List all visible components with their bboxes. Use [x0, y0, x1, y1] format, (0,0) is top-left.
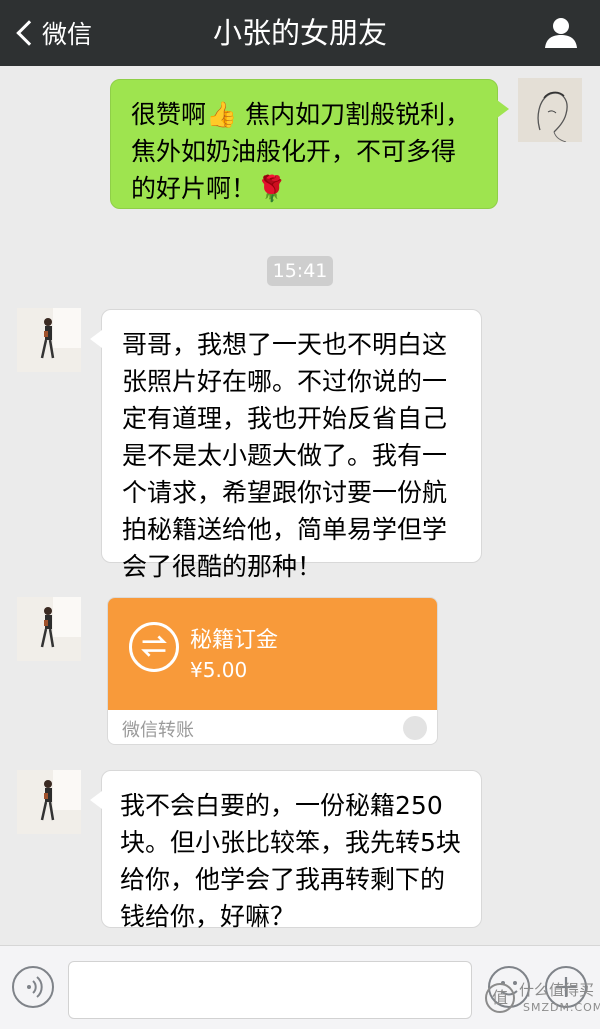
transfer-card-footer: 微信转账	[108, 710, 437, 744]
avatar-girlfriend[interactable]	[17, 770, 81, 834]
avatar-self[interactable]	[518, 78, 582, 142]
watermark-text: 什么值得买	[519, 981, 595, 999]
watermark: 值 什么值得买 SMZDM.COM	[485, 975, 600, 1029]
message-bubble-self[interactable]: 很赞啊👍 焦内如刀割般锐利， 焦外如奶油般化开，不可多得 的好片啊！🌹	[110, 79, 509, 209]
message-text-line: 个请求，希望跟你讨要一份航	[122, 478, 448, 507]
voice-button[interactable]	[12, 966, 54, 1008]
message-text-line: 我不会白要的，一份秘籍250	[120, 791, 443, 820]
photo-thumbnail	[17, 597, 81, 661]
message-text-line: 张照片好在哪。不过你说的一	[122, 367, 448, 396]
chat-title: 小张的女朋友	[212, 16, 387, 50]
message-text-line: 很赞啊👍 焦内如刀割般锐利，	[131, 100, 471, 129]
person-icon[interactable]	[544, 17, 578, 49]
message-text-line: 拍秘籍送给他，简单易学但学	[122, 515, 448, 544]
avatar-girlfriend[interactable]	[17, 597, 81, 661]
message-text-line: 的好片啊！🌹	[131, 174, 288, 203]
message-text-line: 哥哥，我想了一天也不明白这	[122, 330, 448, 359]
nav-bar: 微信 小张的女朋友	[0, 0, 600, 66]
transfer-card[interactable]: 秘籍订金 ¥5.00 微信转账	[107, 597, 438, 745]
message-text-line: 钱给你，好嘛？	[120, 902, 296, 931]
transfer-amount: ¥5.00	[190, 658, 248, 682]
message-text-line: 是不是太小题大做了。我有一	[122, 441, 448, 470]
timestamp: 15:41	[267, 256, 333, 286]
message-text-line: 定有道理，我也开始反省自己	[122, 404, 448, 433]
avatar-girlfriend[interactable]	[17, 308, 81, 372]
voice-icon	[27, 976, 43, 998]
message-bubble-girlfriend[interactable]: 哥哥，我想了一天也不明白这 张照片好在哪。不过你说的一 定有道理，我也开始反省自…	[90, 309, 482, 581]
photo-thumbnail	[17, 770, 81, 834]
transfer-title: 秘籍订金	[190, 628, 279, 653]
message-text-line: 会了很酷的那种！	[122, 552, 323, 581]
transfer-card-body: 秘籍订金 ¥5.00	[108, 598, 437, 710]
message-text-line: 焦外如奶油般化开，不可多得	[131, 137, 457, 166]
message-text-line: 块。但小张比较笨，我先转5块	[120, 828, 461, 857]
transfer-arrows-icon	[129, 622, 179, 672]
message-input[interactable]	[68, 961, 472, 1019]
message-bubble-girlfriend[interactable]: 我不会白要的，一份秘籍250 块。但小张比较笨，我先转5块 给你，他学会了我再转…	[90, 770, 482, 931]
wechat-pay-icon	[403, 716, 427, 740]
watermark-logo-icon: 值	[485, 983, 515, 1013]
photo-thumbnail	[17, 308, 81, 372]
watermark-domain: SMZDM.COM	[523, 1001, 600, 1014]
message-text-line: 给你，他学会了我再转剩下的	[120, 865, 446, 894]
transfer-caption: 微信转账	[122, 720, 194, 741]
portrait-sketch-icon	[518, 78, 582, 142]
